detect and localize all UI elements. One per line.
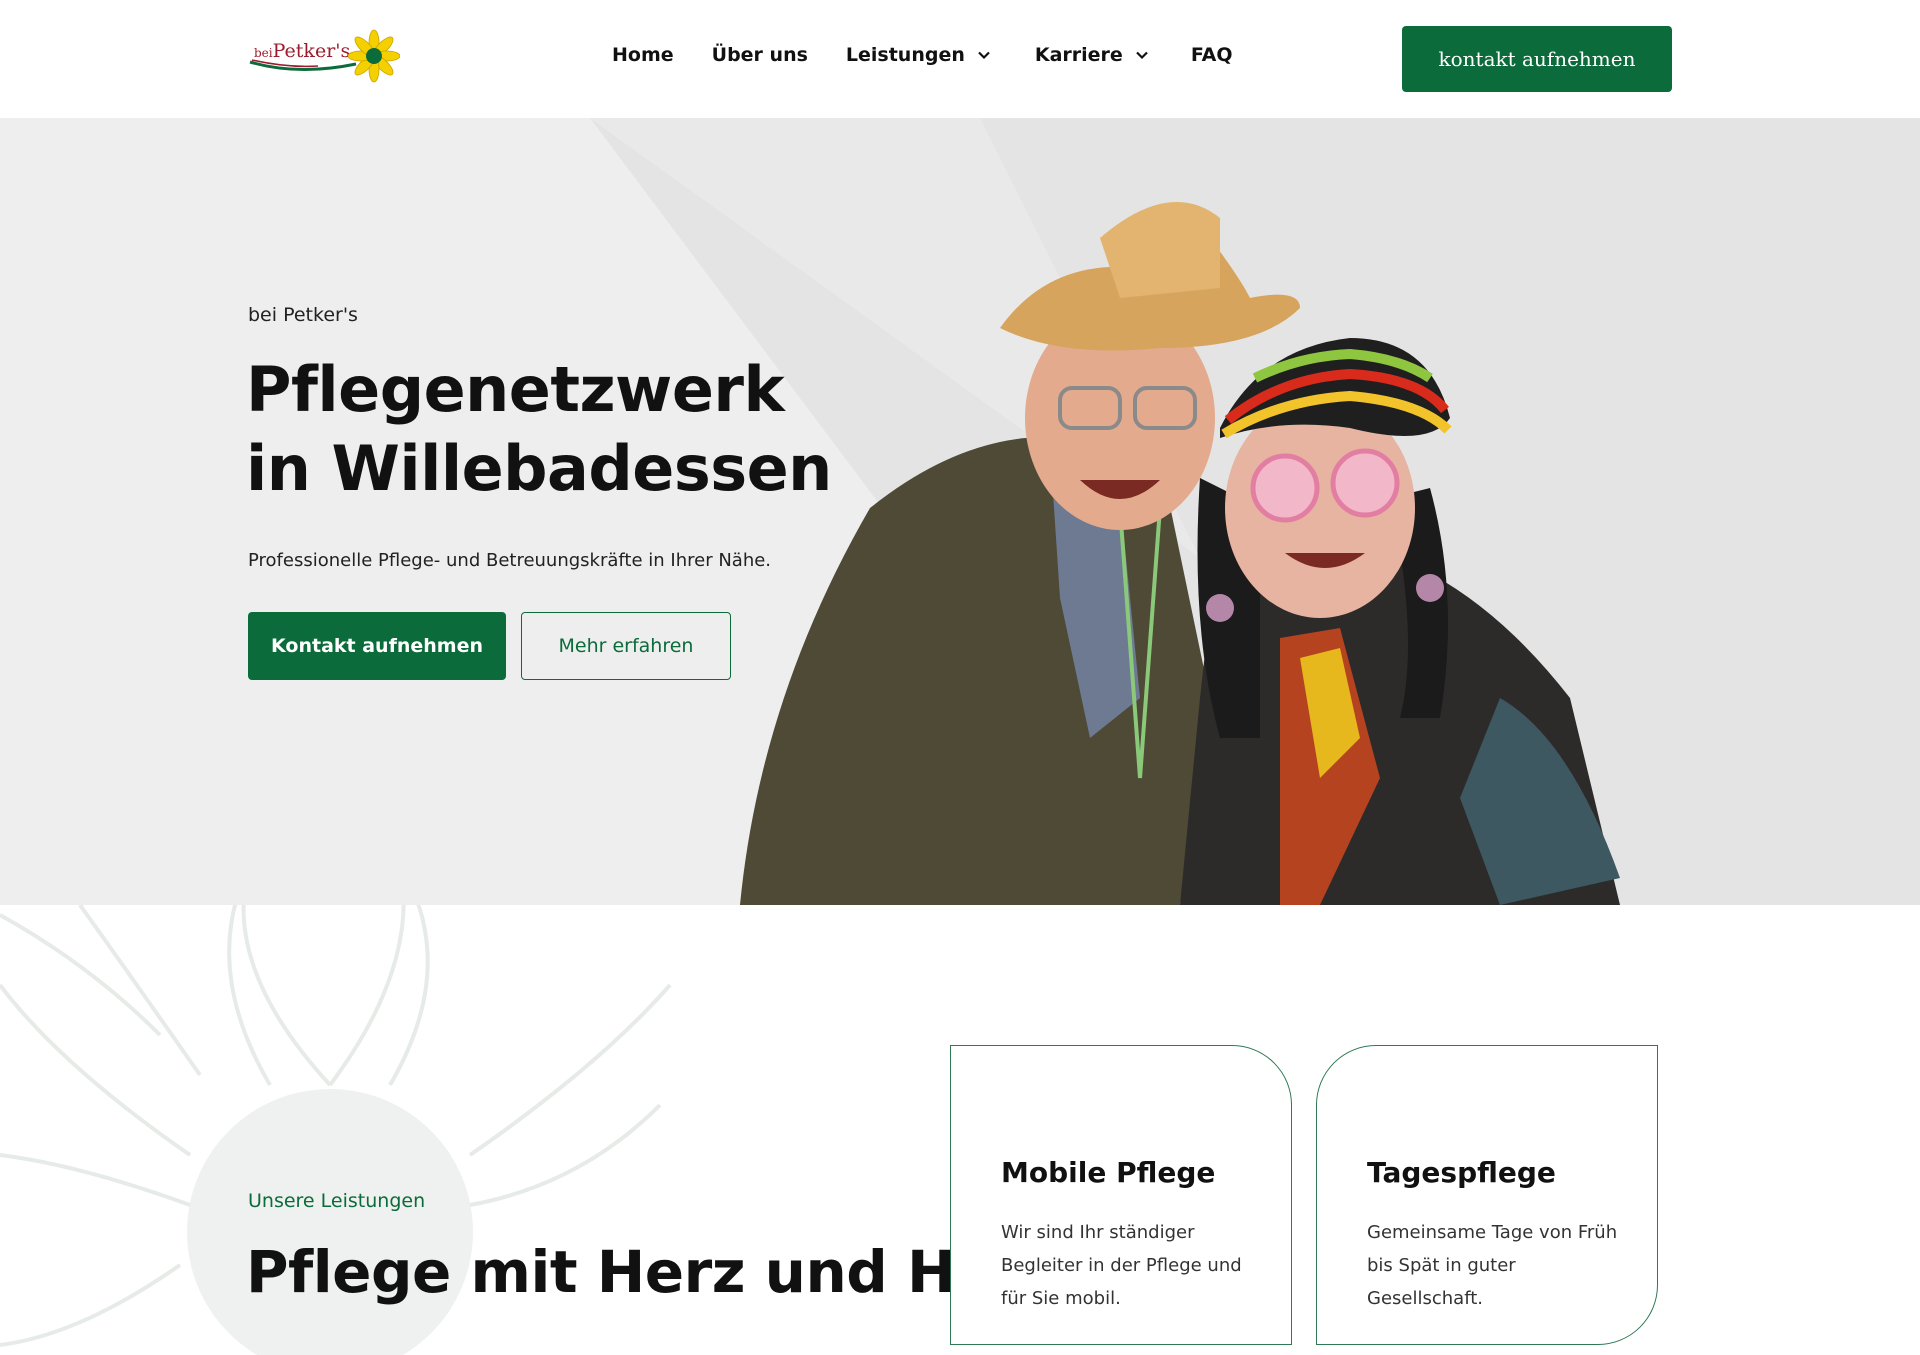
services-eyebrow: Unsere Leistungen	[248, 1190, 426, 1212]
nav-faq[interactable]: FAQ	[1191, 44, 1233, 66]
site-logo[interactable]: beiPetker's	[248, 26, 400, 86]
nav-leistungen-label: Leistungen	[845, 44, 965, 66]
nav-karriere[interactable]: Karriere	[1035, 44, 1149, 66]
site-header: beiPetker's Home Über uns Leistungen Kar…	[0, 0, 1920, 118]
logo-swoosh-icon	[249, 59, 357, 72]
hero-eyebrow: bei Petker's	[248, 304, 358, 326]
nav-home[interactable]: Home	[612, 44, 674, 66]
chevron-down-icon	[1136, 51, 1148, 60]
service-card-text: Wir sind Ihr ständiger Begleiter in der …	[1001, 1222, 1242, 1309]
nav-home-label: Home	[612, 44, 674, 66]
service-card-title: Tagespflege	[1367, 1156, 1556, 1189]
nav-ueber-uns[interactable]: Über uns	[712, 44, 808, 66]
nav-leistungen[interactable]: Leistungen	[846, 44, 991, 66]
chevron-down-icon	[978, 51, 990, 60]
hero-subtitle: Professionelle Pflege- und Betreuungskrä…	[248, 550, 772, 571]
hero-contact-button[interactable]: Kontakt aufnehmen	[248, 612, 506, 680]
main-navigation: Home Über uns Leistungen Karriere FAQ	[612, 44, 1270, 66]
services-section: Unsere Leistungen Pflege mit Herz und Ha…	[0, 905, 1920, 1355]
nav-ueber-uns-label: Über uns	[711, 44, 808, 66]
header-contact-button[interactable]: kontakt aufnehmen	[1402, 26, 1672, 92]
nav-faq-label: FAQ	[1190, 44, 1233, 66]
nav-karriere-label: Karriere	[1034, 44, 1123, 66]
service-card-text: Gemeinsame Tage von Früh bis Spät in gut…	[1367, 1222, 1618, 1309]
service-card-tagespflege[interactable]: Tagespflege Gemeinsame Tage von Früh bis…	[1316, 1045, 1658, 1345]
service-card-mobile-pflege[interactable]: Mobile Pflege Wir sind Ihr ständiger Beg…	[950, 1045, 1292, 1345]
hero-section: bei Petker's Pflegenetzwerk in Willebade…	[0, 118, 1920, 905]
hero-learn-more-button[interactable]: Mehr erfahren	[521, 612, 731, 680]
service-card-title: Mobile Pflege	[1001, 1156, 1216, 1189]
sunflower-icon	[348, 29, 400, 83]
elderly-couple-photo	[740, 202, 1620, 905]
